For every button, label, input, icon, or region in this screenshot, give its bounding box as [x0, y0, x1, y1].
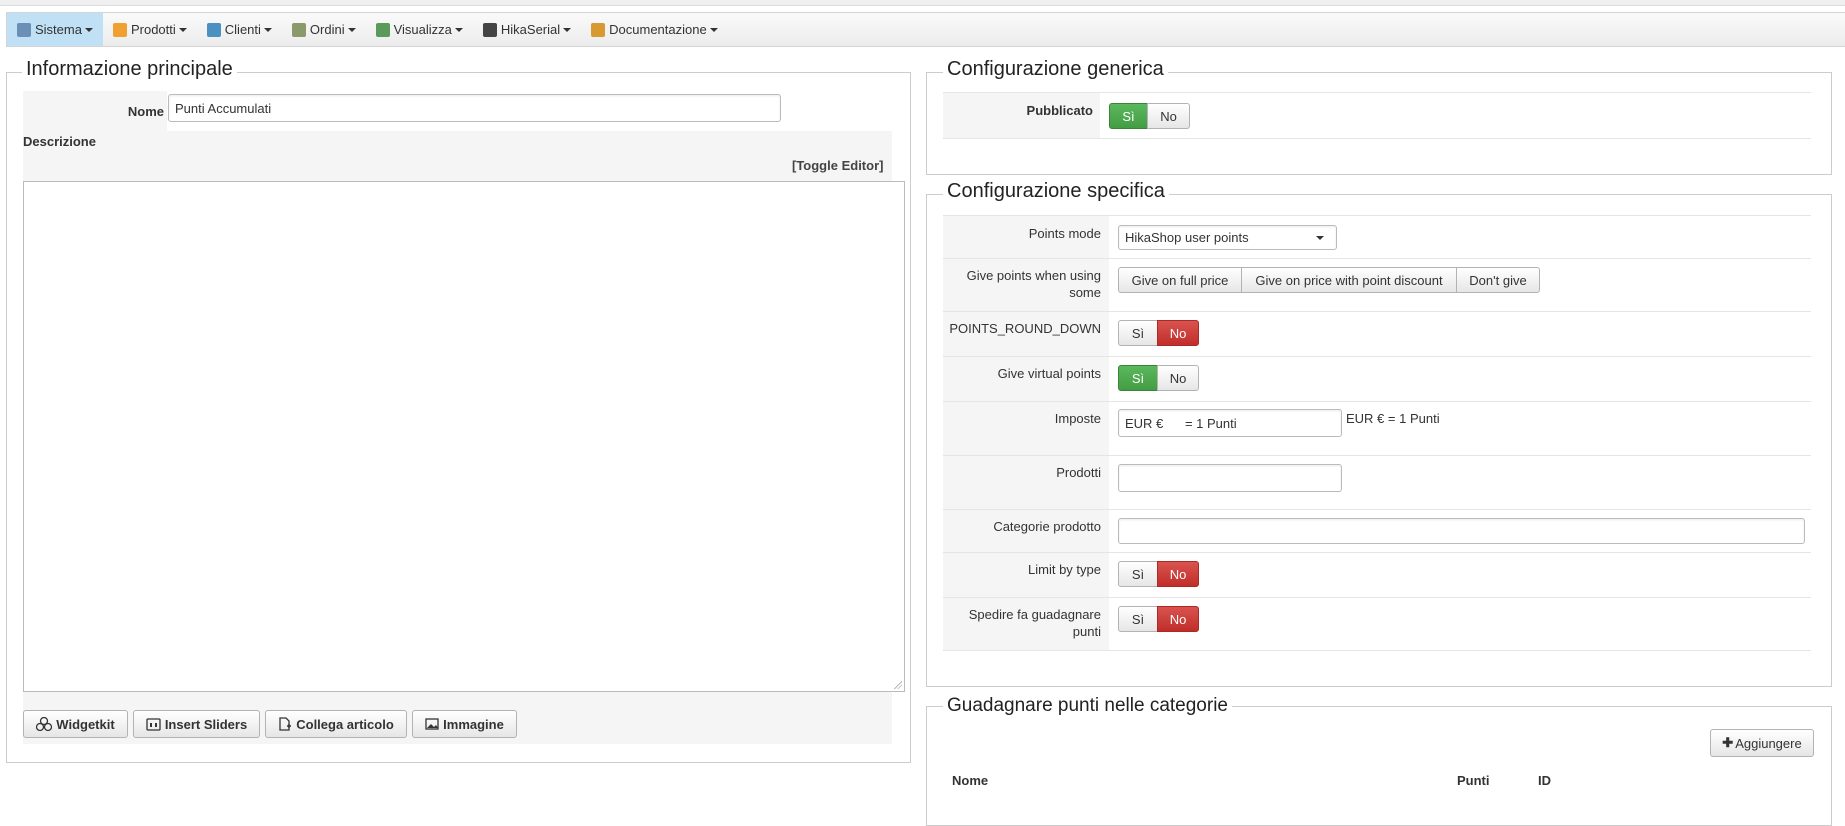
shipping-label: Spedire fa guadagnare punti — [968, 607, 1101, 639]
menu-item-documentazione[interactable]: Documentazione — [581, 13, 728, 46]
round-down-label: POINTS_ROUND_DOWN — [949, 321, 1101, 336]
taxes-input[interactable]: EUR € = 1 Punti — [1118, 409, 1342, 437]
categories-label: Categorie prodotto — [993, 519, 1101, 534]
shipping-yes-button[interactable]: Sì — [1118, 606, 1158, 632]
image-button[interactable]: Immagine — [412, 710, 517, 738]
serial-icon — [482, 22, 497, 37]
add-category-button[interactable]: ✚ Aggiungere — [1710, 729, 1814, 757]
widgetkit-icon — [36, 717, 53, 731]
round-down-row — [943, 311, 1811, 312]
menu-item-prodotti[interactable]: Prodotti — [103, 13, 197, 46]
orders-icon — [291, 22, 306, 37]
menu-item-label: Sistema — [35, 22, 82, 37]
display-icon — [375, 22, 390, 37]
caret-down-icon — [347, 27, 356, 32]
link-article-label: Collega articolo — [296, 716, 394, 732]
menu-item-label: Clienti — [224, 22, 261, 37]
menu-item-label: Prodotti — [130, 22, 176, 37]
published-yes-button[interactable]: Sì — [1109, 103, 1148, 129]
points-mode-row — [943, 215, 1811, 216]
caret-down-icon — [84, 27, 93, 32]
sliders-icon — [146, 717, 161, 731]
menu-item-sistema[interactable]: Sistema — [7, 13, 103, 46]
chevron-down-icon — [1316, 235, 1324, 240]
name-label: Nome — [127, 104, 164, 119]
categories-row — [943, 509, 1811, 510]
menu-item-label: Documentazione — [609, 22, 707, 37]
main-info-legend: Informazione principale — [22, 58, 237, 81]
image-icon — [425, 718, 439, 730]
menu-item-clienti[interactable]: Clienti — [197, 13, 282, 46]
users-icon — [206, 22, 221, 37]
widgetkit-label: Widgetkit — [56, 716, 115, 732]
description-label: Descrizione — [23, 134, 96, 149]
link-article-icon — [279, 716, 292, 731]
menu-item-label: HikaSerial — [500, 22, 561, 37]
caret-down-icon — [454, 27, 463, 32]
points-mode-value: HikaShop user points — [1125, 230, 1249, 245]
specific-config-legend: Configurazione specifica — [943, 180, 1169, 203]
limit-type-yes-button[interactable]: Sì — [1118, 561, 1158, 587]
give-discount-price-button[interactable]: Give on price with point discount — [1241, 267, 1457, 293]
points-mode-select[interactable]: HikaShop user points — [1118, 225, 1337, 250]
virtual-points-label: Give virtual points — [997, 366, 1101, 381]
virtual-points-no-button[interactable]: No — [1157, 365, 1199, 391]
menu-item-label: Visualizza — [393, 22, 452, 37]
description-header — [23, 131, 892, 181]
col-punti: Punti — [1457, 773, 1490, 788]
round-down-no-button[interactable]: No — [1157, 320, 1199, 346]
caret-down-icon — [178, 27, 187, 32]
widgetkit-button[interactable]: Widgetkit — [23, 710, 128, 738]
products-row — [943, 455, 1811, 456]
caret-down-icon — [563, 27, 572, 32]
description-editor[interactable] — [23, 181, 905, 692]
toggle-editor-link[interactable]: [Toggle Editor] — [792, 158, 883, 173]
categories-input[interactable] — [1118, 518, 1805, 544]
limit-type-label: Limit by type — [1028, 562, 1101, 577]
link-article-button[interactable]: Collega articolo — [265, 710, 407, 738]
dont-give-button[interactable]: Don't give — [1456, 267, 1540, 293]
products-label: Prodotti — [1056, 465, 1101, 480]
give-points-row — [943, 258, 1811, 259]
col-id: ID — [1538, 773, 1551, 788]
image-label: Immagine — [443, 716, 504, 732]
limit-type-row — [943, 552, 1811, 553]
menu-item-ordini[interactable]: Ordini — [282, 13, 366, 46]
plus-icon: ✚ — [1722, 735, 1734, 750]
give-full-price-button[interactable]: Give on full price — [1118, 267, 1242, 293]
menu-item-visualizza[interactable]: Visualizza — [366, 13, 473, 46]
docs-icon — [591, 22, 606, 37]
insert-sliders-button[interactable]: Insert Sliders — [133, 710, 260, 738]
resize-grip-icon[interactable] — [894, 681, 902, 689]
menu-item-hikaserial[interactable]: HikaSerial — [473, 13, 581, 46]
round-down-yes-button[interactable]: Sì — [1118, 320, 1158, 346]
earn-categories-legend: Guadagnare punti nelle categorie — [943, 695, 1232, 717]
top-border — [0, 0, 1845, 6]
published-no-button[interactable]: No — [1147, 103, 1190, 129]
caret-down-icon — [263, 27, 272, 32]
published-label: Pubblicato — [1026, 103, 1093, 118]
generic-config-legend: Configurazione generica — [943, 58, 1168, 81]
limit-type-no-button[interactable]: No — [1157, 561, 1199, 587]
insert-sliders-label: Insert Sliders — [164, 716, 248, 732]
tools-icon — [17, 22, 31, 37]
taxes-text: EUR € = 1 Punti — [1346, 411, 1440, 426]
give-points-label: Give points when using some — [966, 268, 1101, 300]
main-menubar: Sistema Prodotti Clienti Ordini Visualizza Hi… — [6, 12, 1845, 47]
col-nome: Nome — [952, 773, 989, 788]
box-icon — [112, 22, 127, 37]
add-category-label: Aggiungere — [1735, 735, 1802, 751]
name-input[interactable]: Punti Accumulati — [168, 94, 781, 122]
taxes-row — [943, 401, 1811, 402]
menu-item-label: Ordini — [309, 22, 345, 37]
shipping-no-button[interactable]: No — [1157, 606, 1199, 632]
virtual-points-row — [943, 356, 1811, 357]
taxes-label: Imposte — [1054, 411, 1101, 426]
caret-down-icon — [709, 27, 718, 32]
points-mode-label: Points mode — [1028, 226, 1101, 241]
earn-categories-fieldset — [926, 706, 1832, 826]
products-input[interactable] — [1118, 464, 1342, 492]
virtual-points-yes-button[interactable]: Sì — [1118, 365, 1158, 391]
